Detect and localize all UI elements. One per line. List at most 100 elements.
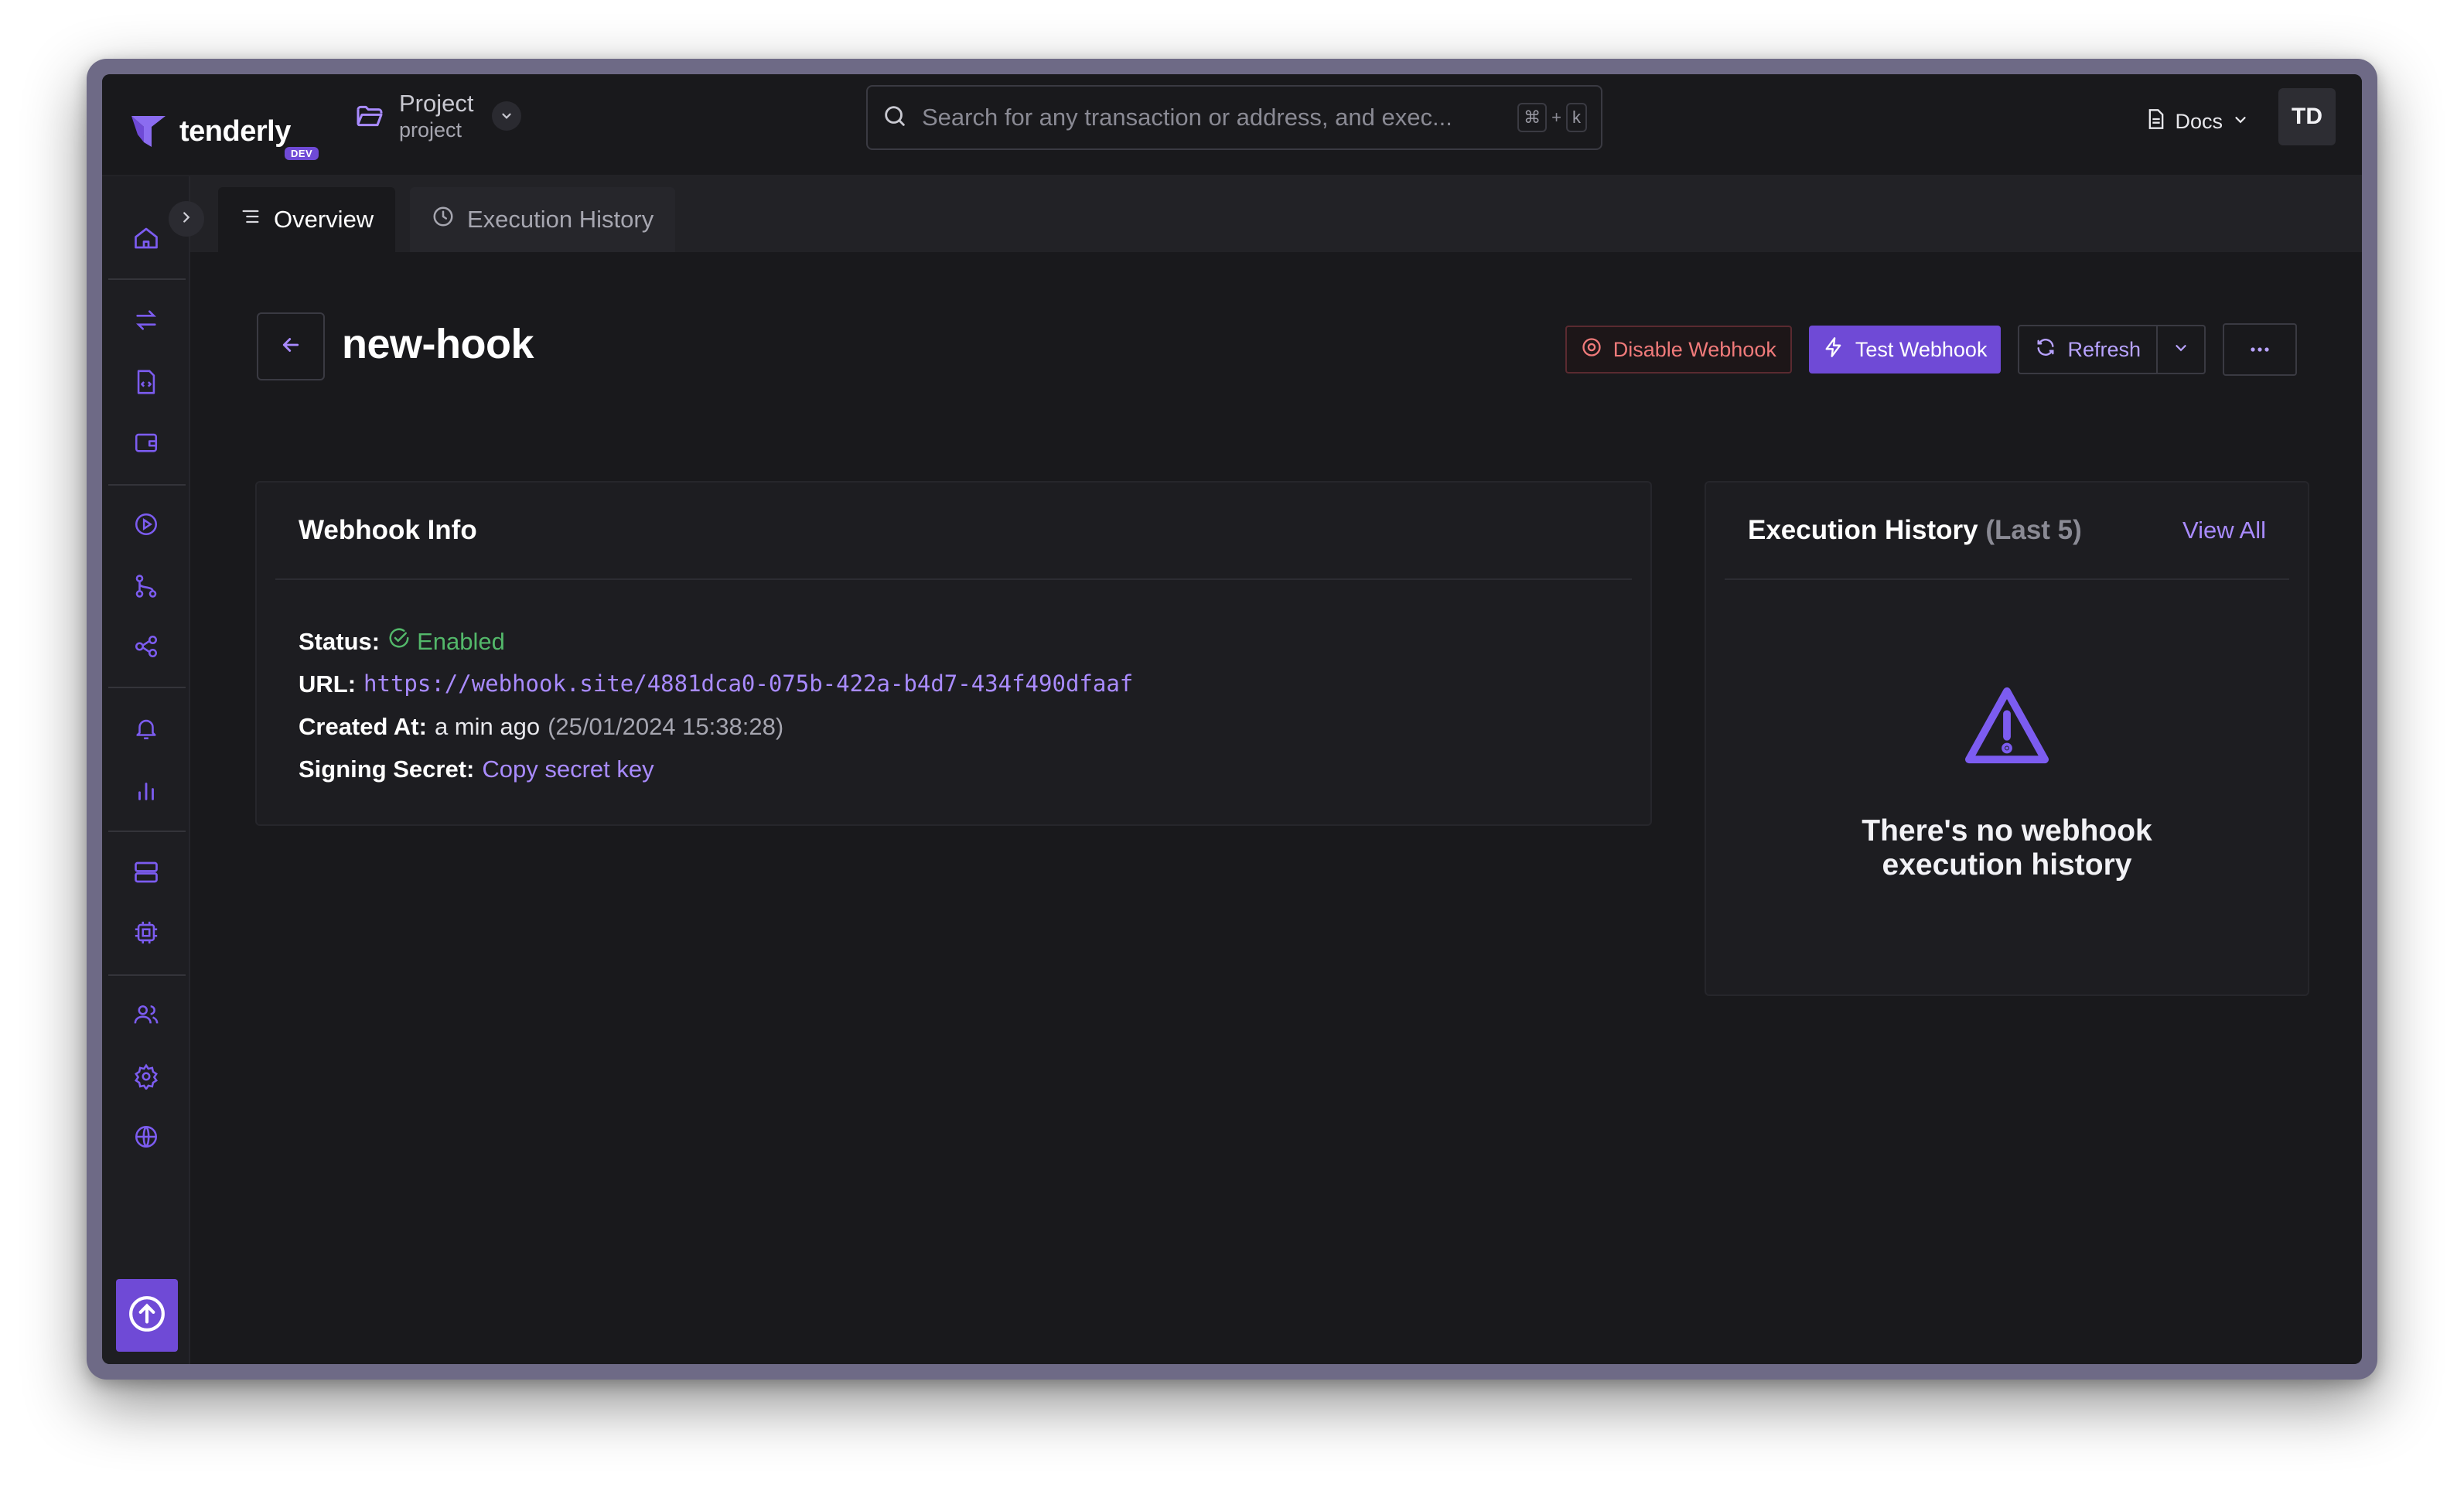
tenderly-logo-icon [128,111,169,152]
list-icon [240,206,261,234]
sidebar-divider [108,687,186,688]
tab-execution-history-label: Execution History [467,206,654,233]
execution-history-card: Execution History (Last 5) View All Ther… [1705,481,2309,996]
warning-icon [1961,684,2053,771]
project-name: Project [399,90,474,118]
webhook-info-body: Status: Enabled URL: https://webhook.sit… [257,580,1650,831]
refresh-button[interactable]: Refresh [2019,326,2156,373]
shortcut-plus: + [1551,107,1561,127]
execution-history-subtitle: (Last 5) [1985,515,2082,545]
execution-history-title: Execution History (Last 5) [1748,515,2082,546]
sidebar-expand-button[interactable] [169,201,204,237]
arrow-left-icon [279,333,302,360]
docs-menu[interactable]: Docs [2147,102,2249,141]
simulator-icon[interactable] [131,509,162,540]
empty-state: There's no webhook execution history [1706,684,2308,882]
sidebar-divider [108,831,186,832]
lightning-icon [1823,336,1845,363]
refresh-button-group: Refresh [2018,325,2206,374]
created-at-label: Created At: [299,713,427,740]
stop-circle-icon [1581,336,1602,363]
analytics-icon[interactable] [131,775,162,806]
search-shortcut: ⌘ + k [1517,103,1587,132]
forks-icon[interactable] [131,571,162,602]
chevron-right-icon [178,209,195,230]
app-window: tenderly DEV Project project Search for … [102,74,2362,1364]
status-row: Status: Enabled [299,620,1609,663]
shortcut-mod-key: ⌘ [1517,103,1548,132]
docs-label: Docs [2175,109,2223,133]
folder-icon [354,101,385,131]
alerts-icon[interactable] [131,713,162,744]
nodes-icon[interactable] [131,857,162,888]
wallet-icon[interactable] [131,427,162,458]
refresh-icon [2035,336,2056,363]
devnets-icon[interactable] [131,917,162,948]
chevron-down-icon[interactable] [492,101,522,131]
created-at-row: Created At: a min ago (25/01/2024 15:38:… [299,705,1609,748]
user-avatar[interactable]: TD [2278,88,2336,145]
brand-logo[interactable]: tenderly [128,111,291,152]
tab-overview[interactable]: Overview [218,187,396,252]
main-content: new-hook Disable Webhook Test Webhook Re… [190,252,2362,1364]
check-circle-icon [387,620,411,663]
sidebar-divider [108,484,186,486]
tab-execution-history[interactable]: Execution History [410,187,676,252]
sidebar [102,176,204,1364]
shortcut-k-key: k [1566,103,1587,132]
status-badge: Enabled [387,620,505,663]
chevron-down-icon [2172,339,2189,360]
signing-secret-label: Signing Secret: [299,756,475,783]
disable-webhook-button[interactable]: Disable Webhook [1565,326,1792,374]
project-slug: project [399,118,462,142]
ellipsis-icon [2250,343,2270,356]
home-icon[interactable] [131,223,162,254]
sidebar-divider [108,974,186,976]
signing-secret-row: Signing Secret: Copy secret key [299,748,1609,790]
page-title: new-hook [342,321,534,367]
search-placeholder: Search for any transaction or address, a… [922,104,1452,131]
chevron-down-icon [2232,110,2249,134]
project-switcher[interactable]: Project project [354,85,522,147]
copy-secret-key-link[interactable]: Copy secret key [482,748,654,790]
webhook-info-header: Webhook Info [275,483,1632,580]
refresh-label: Refresh [2067,337,2141,361]
search-input[interactable]: Search for any transaction or address, a… [866,85,1602,150]
document-icon [2147,108,2165,135]
webhook-actions: Disable Webhook Test Webhook Refresh [1565,323,2297,376]
users-icon[interactable] [131,999,162,1030]
networks-icon[interactable] [131,1121,162,1152]
refresh-options-button[interactable] [2156,326,2204,373]
url-row: URL: https://webhook.site/4881dca0-075b-… [299,663,1609,705]
status-label: Status: [299,628,381,655]
sidebar-divider [108,278,186,280]
test-webhook-button[interactable]: Test Webhook [1808,326,2002,374]
execution-history-header: Execution History (Last 5) View All [1725,483,2289,580]
status-value: Enabled [417,628,505,655]
settings-icon[interactable] [131,1061,162,1092]
view-all-link[interactable]: View All [2182,517,2266,544]
created-at-relative: a min ago [434,713,541,740]
webhook-url-link[interactable]: https://webhook.site/4881dca0-075b-422a-… [363,663,1133,705]
clock-icon [432,205,455,234]
execution-history-title-text: Execution History [1748,515,1978,545]
url-label: URL: [299,670,357,698]
disable-webhook-label: Disable Webhook [1613,337,1776,361]
back-button[interactable] [257,312,325,380]
contracts-icon[interactable] [131,367,162,397]
app-window-frame: tenderly DEV Project project Search for … [87,59,2377,1380]
more-options-button[interactable] [2223,323,2297,376]
search-icon [882,103,908,133]
webhook-info-title: Webhook Info [299,515,477,545]
tab-overview-label: Overview [274,206,374,233]
web3-actions-icon[interactable] [131,631,162,662]
created-at-date: (25/01/2024 15:38:28) [548,713,784,740]
top-bar: tenderly DEV Project project Search for … [102,74,2362,176]
dev-badge: DEV [285,147,319,160]
upload-icon [128,1294,166,1337]
brand-name: tenderly [179,114,291,148]
tab-bar: Overview Execution History [190,176,2362,252]
upload-button[interactable] [116,1279,178,1352]
transactions-icon[interactable] [131,305,162,336]
webhook-info-card: Webhook Info Status: Enabled URL: https:… [255,481,1652,826]
